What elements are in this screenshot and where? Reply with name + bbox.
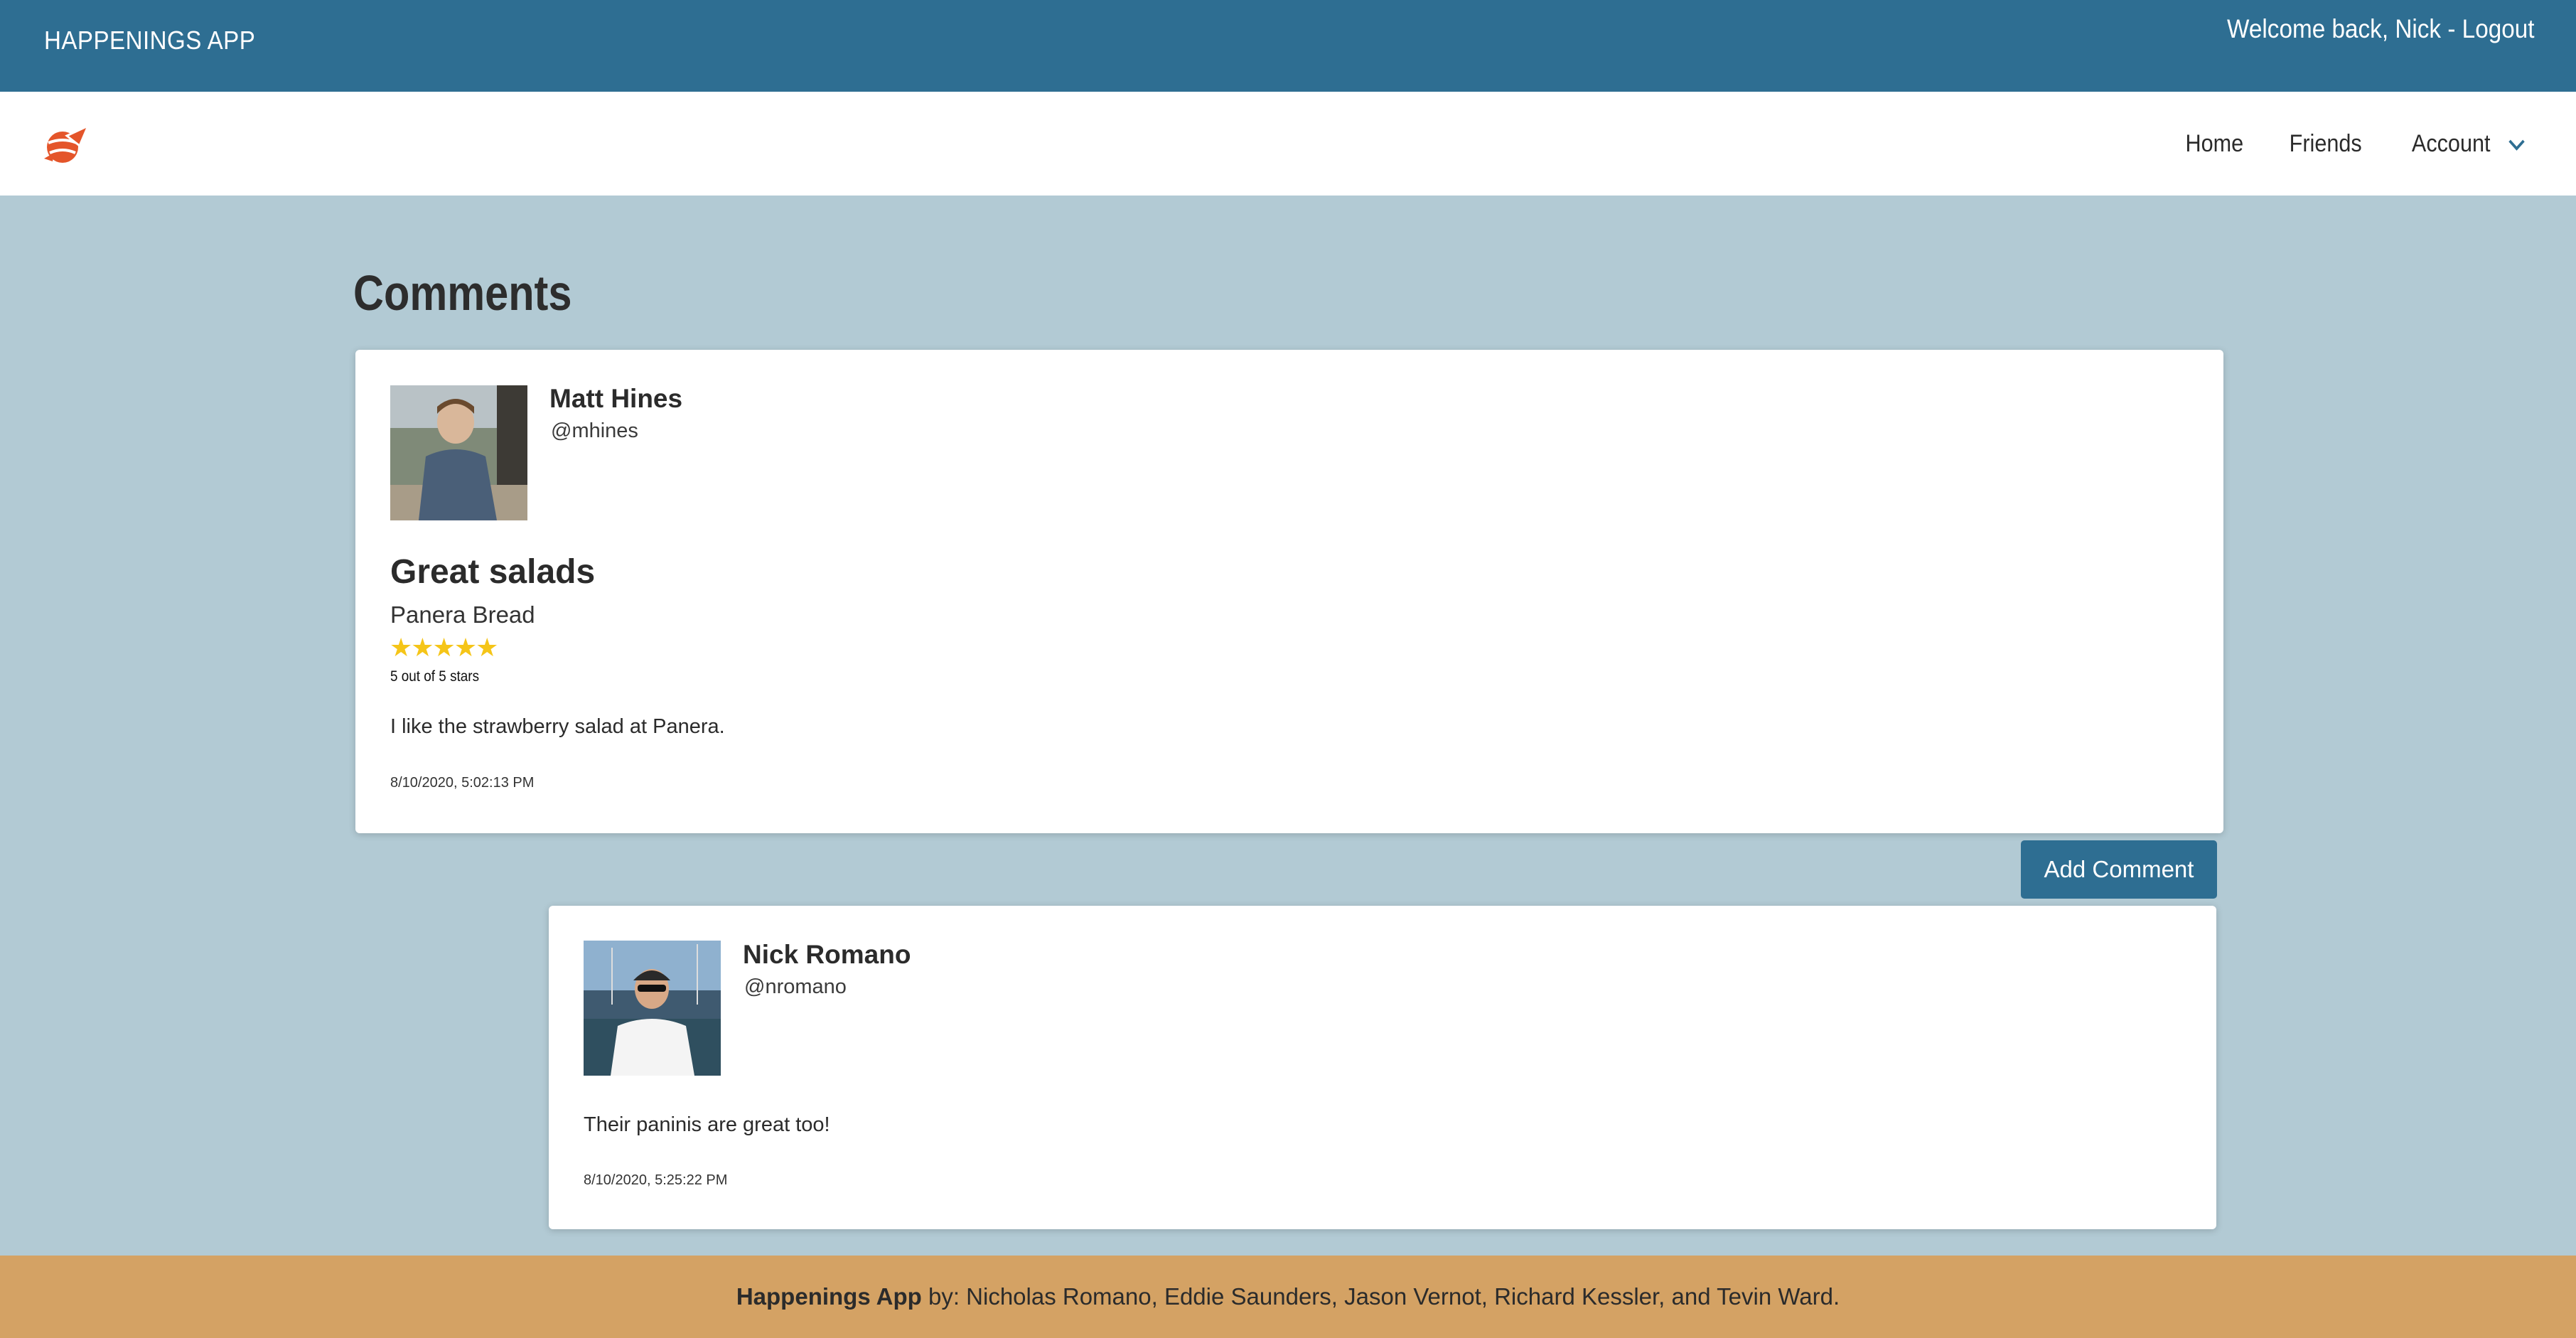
nav-home[interactable]: Home (2185, 130, 2243, 158)
review-user-name[interactable]: Matt Hines (549, 384, 682, 414)
app-title: HAPPENINGS APP (44, 26, 256, 55)
review-timestamp: 8/10/2020, 5:02:13 PM (390, 775, 535, 791)
rating-text: 5 out of 5 stars (390, 668, 480, 685)
welcome-message: Welcome back, Nick - Logout (2228, 14, 2535, 44)
review-card: Matt Hines @mhines Great salads Panera B… (355, 350, 2223, 833)
review-body: I like the strawberry salad at Panera. (390, 715, 725, 738)
footer: Happenings App by: Nicholas Romano, Eddi… (0, 1256, 2576, 1338)
rocket-globe-logo-icon[interactable] (38, 122, 92, 168)
avatar (584, 941, 721, 1076)
review-title: Great salads (390, 553, 596, 591)
footer-text: Happenings App by: Nicholas Romano, Eddi… (736, 1283, 1840, 1310)
review-user-handle: @mhines (551, 419, 638, 442)
nav-friends[interactable]: Friends (2290, 130, 2362, 158)
comment-body: Their paninis are great too! (584, 1113, 830, 1136)
nav-account-label: Account (2411, 129, 2491, 157)
welcome-text: Welcome back, Nick - (2227, 14, 2463, 43)
footer-app-name: Happenings App (736, 1283, 922, 1310)
comment-user-handle: @nromano (744, 975, 847, 998)
add-comment-button[interactable]: Add Comment (2021, 840, 2217, 899)
footer-credits: by: Nicholas Romano, Eddie Saunders, Jas… (921, 1283, 1840, 1310)
comment-timestamp: 8/10/2020, 5:25:22 PM (584, 1172, 728, 1188)
chevron-down-icon (2508, 139, 2525, 151)
review-place: Panera Bread (390, 601, 535, 628)
nav-account[interactable]: Account (2412, 130, 2526, 158)
avatar (390, 385, 527, 520)
top-banner: HAPPENINGS APP Welcome back, Nick - Logo… (0, 0, 2576, 92)
nav-links: Home Friends Account (2143, 92, 2532, 196)
navbar: Home Friends Account (0, 92, 2576, 196)
comment-user-name[interactable]: Nick Romano (743, 940, 911, 970)
comment-card: Nick Romano @nromano Their paninis are g… (549, 906, 2216, 1229)
logout-link[interactable]: Logout (2462, 14, 2535, 43)
star-rating: ★★★★★ (390, 633, 498, 662)
page-title: Comments (353, 265, 572, 321)
